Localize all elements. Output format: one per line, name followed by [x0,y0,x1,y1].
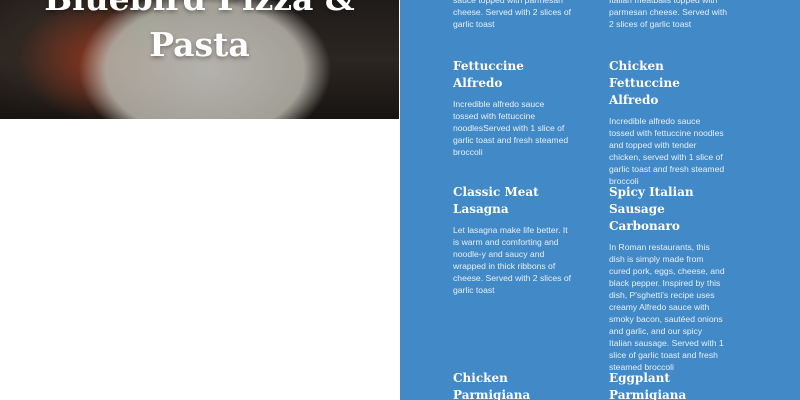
menu-panel: sauce topped with parmesan cheese. Serve… [400,0,800,400]
menu-item-description: Incredible alfredo sauce tossed with fet… [609,116,725,186]
menu-item: Classic Meat Lasagna Let lasagna make li… [453,184,571,296]
menu-item-description: Incredible alfredo sauce tossed with fet… [453,99,569,157]
menu-item-name: Eggplant Parmigiana [609,371,687,400]
menu-item: Fettuccine Alfredo Incredible alfredo sa… [453,58,571,158]
menu-item: Chicken Fettuccine Alfredo Incredible al… [609,58,727,187]
menu-item-description: Italian meatballs topped with parmesan c… [609,0,727,29]
menu-item: Eggplant Parmigiana [609,370,727,400]
menu-item: Spicy Italian Sausage Carbonaro In Roman… [609,184,727,373]
menu-item-description: In Roman restaurants, this dish is simpl… [609,242,725,372]
menu-item-name: Fettuccine Alfredo [453,59,524,90]
menu-item: Chicken Parmigiana [453,370,571,400]
menu-item-name: Chicken Parmigiana [453,371,531,400]
menu-item-name: Classic Meat Lasagna [453,185,539,216]
hero-title-text: Bluebird Pizza & Pasta [44,0,354,64]
menu-item: Italian meatballs topped with parmesan c… [609,0,727,30]
hero-title: Bluebird Pizza & Pasta [0,0,399,68]
menu-item-description: sauce topped with parmesan cheese. Serve… [453,0,571,29]
menu-item-name: Chicken Fettuccine Alfredo [609,59,680,107]
menu-item: sauce topped with parmesan cheese. Serve… [453,0,571,30]
menu-item-description: Let lasagna make life better. It is warm… [453,225,571,295]
menu-item-name: Spicy Italian Sausage Carbonaro [609,185,694,233]
hero-image: Bluebird Pizza & Pasta [0,0,399,119]
